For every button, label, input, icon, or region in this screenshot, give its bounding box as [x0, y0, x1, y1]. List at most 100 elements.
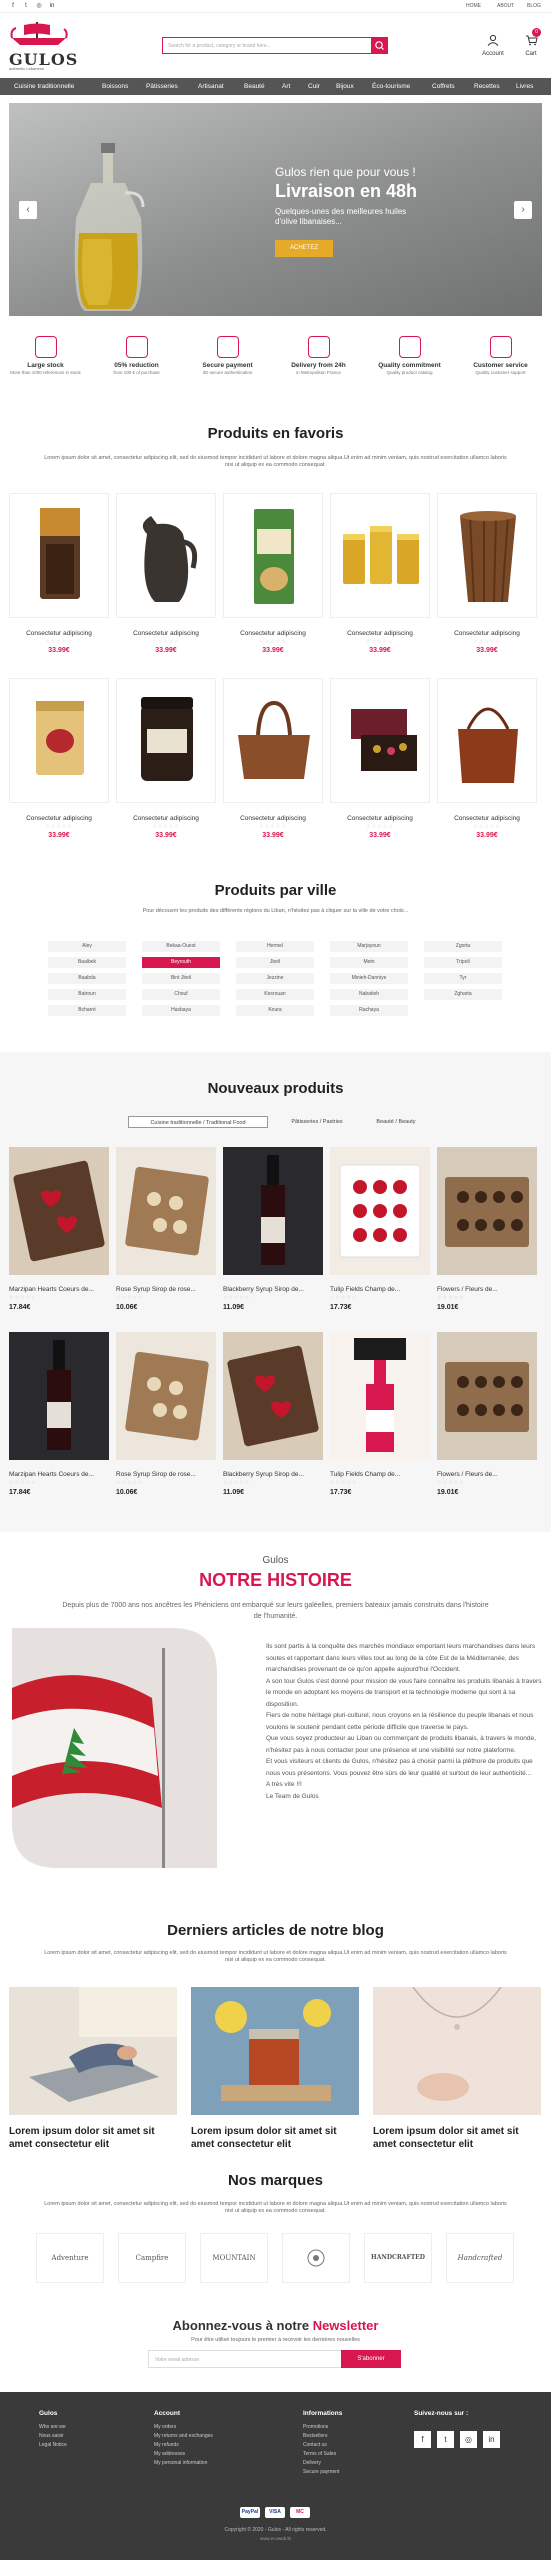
- nav-item-artisanat[interactable]: Artisanat: [198, 83, 224, 90]
- product-image[interactable]: [9, 678, 109, 803]
- product-image[interactable]: [116, 678, 216, 803]
- city-minieh-danniye[interactable]: Minieh-Danniye: [330, 973, 408, 984]
- product-image[interactable]: [330, 678, 430, 803]
- product-name[interactable]: Tulip Fields Champ de...: [330, 1471, 430, 1478]
- footer-link[interactable]: Promotions: [303, 2424, 328, 2430]
- product-name[interactable]: Consectetur adipiscing: [116, 815, 216, 822]
- nav-item-patisseries[interactable]: Pâtisseries: [146, 83, 178, 90]
- city-jezzine[interactable]: Jezzine: [236, 973, 314, 984]
- city-bint-jbeil[interactable]: Bint Jbeil: [142, 973, 220, 984]
- instagram-icon[interactable]: ◎: [35, 2, 43, 10]
- product-name[interactable]: Consectetur adipiscing: [330, 630, 430, 637]
- new-product-card[interactable]: Rose Syrup Sirop de rose... ☆☆☆☆☆ 10.06€: [116, 1147, 216, 1329]
- twitter-icon[interactable]: t: [22, 2, 30, 10]
- product-name[interactable]: Rose Syrup Sirop de rose...: [116, 1471, 216, 1478]
- product-name[interactable]: Consectetur adipiscing: [437, 815, 537, 822]
- product-image[interactable]: [116, 1147, 216, 1275]
- product-name[interactable]: Consectetur adipiscing: [330, 815, 430, 822]
- nav-item-boissons[interactable]: Boissons: [102, 83, 128, 90]
- city-zgharta[interactable]: Zgharta: [424, 989, 502, 1000]
- product-image[interactable]: [223, 1147, 323, 1275]
- product-name[interactable]: Marzipan Hearts Coeurs de...: [9, 1471, 109, 1478]
- tab-cuisine[interactable]: Cuisine traditionnelle / Traditional Foo…: [128, 1116, 268, 1128]
- product-card[interactable]: Consectetur adipiscing ☆☆☆☆☆ 33.99€: [437, 493, 537, 668]
- hero-slider[interactable]: Gulos rien que pour vous ! Livraison en …: [9, 103, 542, 316]
- nav-item-bijoux[interactable]: Bijoux: [336, 83, 354, 90]
- nav-item-beaute[interactable]: Beauté: [244, 83, 265, 90]
- city-tripoli[interactable]: Tripoli: [424, 957, 502, 968]
- product-name[interactable]: Marzipan Hearts Coeurs de...: [9, 1286, 109, 1293]
- city-baalbek[interactable]: Baalbek: [48, 957, 126, 968]
- city-rachaya[interactable]: Rachaya: [330, 1005, 408, 1016]
- nav-item-recettes[interactable]: Recettes: [474, 83, 500, 90]
- city-tyr[interactable]: Tyr: [424, 973, 502, 984]
- new-product-card[interactable]: Marzipan Hearts Coeurs de... ☆☆☆☆☆ 17.84…: [9, 1332, 109, 1514]
- city-bcharre[interactable]: Bcharré: [48, 1005, 126, 1016]
- footer-link[interactable]: Delivery: [303, 2460, 321, 2466]
- product-image[interactable]: [223, 493, 323, 618]
- blog-image[interactable]: [191, 1987, 359, 2115]
- city-beyrouth[interactable]: Beyrouth: [142, 957, 220, 968]
- footer-link[interactable]: My orders: [154, 2424, 176, 2430]
- toplink-about[interactable]: ABOUT: [497, 3, 514, 9]
- product-name[interactable]: Flowers / Fleurs de...: [437, 1471, 537, 1478]
- footer-link[interactable]: My addresses: [154, 2451, 185, 2457]
- footer-link[interactable]: Who are we: [39, 2424, 66, 2430]
- cart-button[interactable]: Cart: [519, 34, 543, 57]
- blog-card[interactable]: Lorem ipsum dolor sit amet sit amet cons…: [373, 1986, 541, 2177]
- product-name[interactable]: Consectetur adipiscing: [437, 630, 537, 637]
- footer-link[interactable]: My personal information: [154, 2460, 207, 2466]
- nav-item-ecotourisme[interactable]: Éco-tourisme: [372, 83, 410, 90]
- city-aley[interactable]: Aley: [48, 941, 126, 952]
- product-image[interactable]: [116, 1332, 216, 1460]
- new-product-card[interactable]: Marzipan Hearts Coeurs de... ☆☆☆☆☆ 17.84…: [9, 1147, 109, 1329]
- product-card[interactable]: Consectetur adipiscing ☆☆☆☆☆ 33.99€: [116, 678, 216, 853]
- product-name[interactable]: Tulip Fields Champ de...: [330, 1286, 430, 1293]
- footer-link[interactable]: Terms of Sales: [303, 2451, 336, 2457]
- product-image[interactable]: [437, 1147, 537, 1275]
- brand-logo[interactable]: MOUNTAIN: [200, 2233, 268, 2283]
- product-name[interactable]: Consectetur adipiscing: [116, 630, 216, 637]
- new-product-card[interactable]: Flowers / Fleurs de... ☆☆☆☆☆ 19.01€: [437, 1147, 537, 1329]
- new-product-card[interactable]: Blackberry Syrup Sirop de... ☆☆☆☆☆ 11.09…: [223, 1332, 323, 1514]
- new-product-card[interactable]: Tulip Fields Champ de... ☆☆☆☆☆ 17.73€: [330, 1147, 430, 1329]
- instagram-icon[interactable]: ◎: [460, 2431, 477, 2448]
- nav-item-art[interactable]: Art: [282, 83, 290, 90]
- product-name[interactable]: Consectetur adipiscing: [223, 630, 323, 637]
- product-name[interactable]: Blackberry Syrup Sirop de...: [223, 1471, 323, 1478]
- product-name[interactable]: Consectetur adipiscing: [223, 815, 323, 822]
- product-image[interactable]: [330, 493, 430, 618]
- logo-ship-icon[interactable]: [10, 20, 68, 46]
- search-bar[interactable]: Search for a product, category or brand …: [162, 37, 388, 54]
- tab-patisseries[interactable]: Pâtisseries / Pastries: [277, 1116, 357, 1128]
- product-image[interactable]: [223, 678, 323, 803]
- product-name[interactable]: Consectetur adipiscing: [9, 630, 109, 637]
- footer-link[interactable]: Nous saisir: [39, 2433, 64, 2439]
- credit-text[interactable]: www.ecoweb.lb: [0, 2536, 551, 2541]
- product-name[interactable]: Consectetur adipiscing: [9, 815, 109, 822]
- city-metn[interactable]: Metn: [330, 957, 408, 968]
- product-name[interactable]: Flowers / Fleurs de...: [437, 1286, 537, 1293]
- brand-logo[interactable]: Adventure: [36, 2233, 104, 2283]
- product-image[interactable]: [9, 1332, 109, 1460]
- new-product-card[interactable]: Blackberry Syrup Sirop de... ☆☆☆☆☆ 11.09…: [223, 1147, 323, 1329]
- product-card[interactable]: Consectetur adipiscing ☆☆☆☆☆ 33.99€: [223, 678, 323, 853]
- blog-image[interactable]: [373, 1986, 541, 2115]
- hero-prev-arrow-icon[interactable]: ‹: [19, 201, 37, 219]
- city-baabda[interactable]: Baabda: [48, 973, 126, 984]
- footer-link[interactable]: My returns and exchanges: [154, 2433, 213, 2439]
- footer-link[interactable]: Legal Notice: [39, 2442, 67, 2448]
- product-card[interactable]: Consectetur adipiscing ☆☆☆☆☆ 33.99€: [223, 493, 323, 668]
- account-button[interactable]: Account: [478, 34, 508, 57]
- brand-logo[interactable]: Handcrafted: [446, 2233, 514, 2283]
- newsletter-email-input[interactable]: Votre email adresse: [148, 2350, 342, 2368]
- product-image[interactable]: [437, 493, 537, 618]
- footer-link[interactable]: Secure payment: [303, 2469, 339, 2475]
- city-zgorta[interactable]: Zgorta: [424, 941, 502, 952]
- product-card[interactable]: Consectetur adipiscing ☆☆☆☆☆ 33.99€: [9, 493, 109, 668]
- footer-link[interactable]: Bestsellers: [303, 2433, 327, 2439]
- new-product-card[interactable]: Tulip Fields Champ de... ☆☆☆☆☆ 17.73€: [330, 1332, 430, 1514]
- brand-logo[interactable]: Campfire: [118, 2233, 186, 2283]
- product-card[interactable]: Consectetur adipiscing ☆☆☆☆☆ 33.99€: [116, 493, 216, 668]
- product-name[interactable]: Blackberry Syrup Sirop de...: [223, 1286, 323, 1293]
